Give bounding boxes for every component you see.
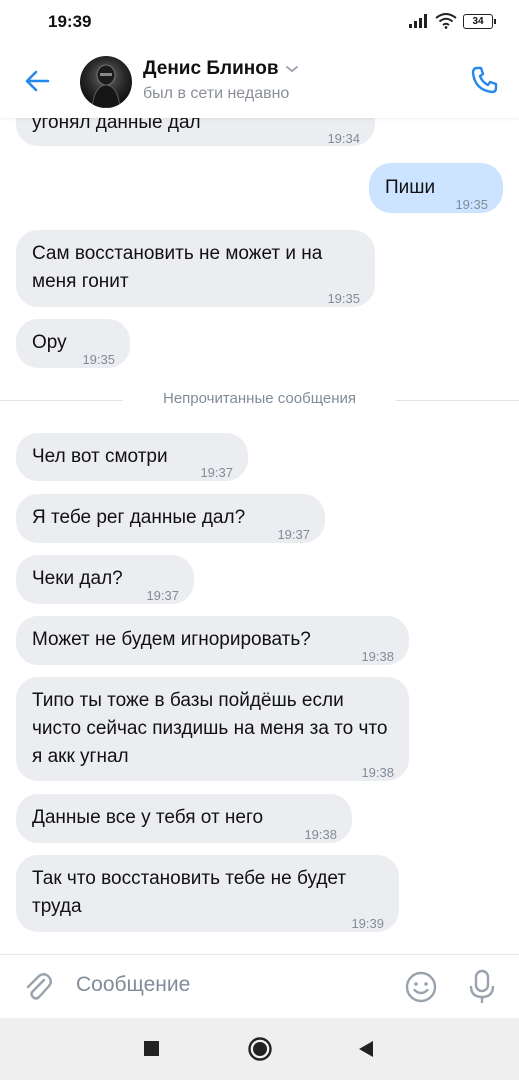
wifi-icon (435, 13, 457, 29)
message-text: Сам восстановить не может и на меня гони… (32, 243, 323, 292)
contact-status: был в сети недавно (143, 85, 290, 102)
unread-divider-label: Непрочитанные сообщения (163, 390, 356, 407)
message-bubble[interactable]: Сам восстановить не может и на меня гони… (16, 230, 375, 307)
status-time: 19:39 (48, 12, 92, 31)
message-time: 19:35 (82, 352, 115, 367)
signal-icon (409, 14, 427, 28)
message-bubble[interactable]: Так что восстановить тебе не будет труда… (16, 855, 399, 932)
message-text: Типо ты тоже в базы пойдёшь если чисто с… (32, 690, 388, 767)
message-time: 19:37 (277, 527, 310, 542)
back-arrow-icon[interactable] (22, 66, 52, 96)
message-input[interactable]: Сообщение (76, 973, 190, 997)
message-text: Данные все у тебя от него (32, 807, 264, 828)
unread-divider: Непрочитанные сообщения (0, 390, 519, 410)
contact-name: Денис Блинов (143, 58, 279, 79)
message-time: 19:37 (200, 465, 233, 480)
avatar[interactable] (80, 56, 132, 108)
phone-icon[interactable] (469, 64, 501, 96)
message-bubble[interactable]: Чеки дал? 19:37 (16, 555, 194, 604)
message-text: Так что восстановить тебе не будет труда (32, 868, 347, 917)
message-text: Может не будем игнорировать? (32, 629, 311, 650)
message-bubble[interactable]: Ору 19:35 (16, 319, 130, 368)
paperclip-icon[interactable] (22, 971, 54, 1003)
avatar-figure-icon (91, 64, 121, 108)
home-icon[interactable] (247, 1036, 273, 1062)
message-time: 19:39 (351, 916, 384, 931)
recents-icon[interactable] (143, 1038, 161, 1058)
message-time: 19:35 (455, 197, 488, 212)
message-list[interactable]: угонял данные дал 19:34 Пиши 19:35 Сам в… (0, 118, 519, 954)
system-navigation-bar (0, 1018, 519, 1080)
message-time: 19:38 (361, 765, 394, 780)
message-time: 19:35 (327, 291, 360, 306)
message-bubble[interactable]: Пиши 19:35 (369, 163, 503, 213)
status-bar: 19:39 34 (0, 0, 519, 44)
message-composer: Сообщение (0, 954, 519, 1019)
message-bubble[interactable]: Я тебе рег данные дал? 19:37 (16, 494, 325, 543)
message-bubble[interactable]: Может не будем игнорировать? 19:38 (16, 616, 409, 665)
back-nav-icon[interactable] (356, 1038, 376, 1060)
message-bubble[interactable]: Типо ты тоже в базы пойдёшь если чисто с… (16, 677, 409, 781)
message-time: 19:37 (146, 588, 179, 603)
message-text: угонял данные дал (32, 118, 201, 133)
battery-icon: 34 (463, 13, 496, 29)
message-time: 19:38 (304, 827, 337, 842)
message-time: 19:38 (361, 649, 394, 664)
message-bubble[interactable]: Данные все у тебя от него 19:38 (16, 794, 352, 843)
chevron-down-icon (285, 66, 298, 73)
message-bubble[interactable]: Чел вот смотри 19:37 (16, 433, 248, 481)
emoji-icon[interactable] (404, 970, 438, 1004)
message-bubble[interactable]: угонял данные дал 19:34 (16, 118, 375, 146)
chat-header: Денис Блинов был в сети недавно (0, 44, 519, 118)
microphone-icon[interactable] (467, 969, 497, 1005)
message-time: 19:34 (327, 131, 360, 146)
